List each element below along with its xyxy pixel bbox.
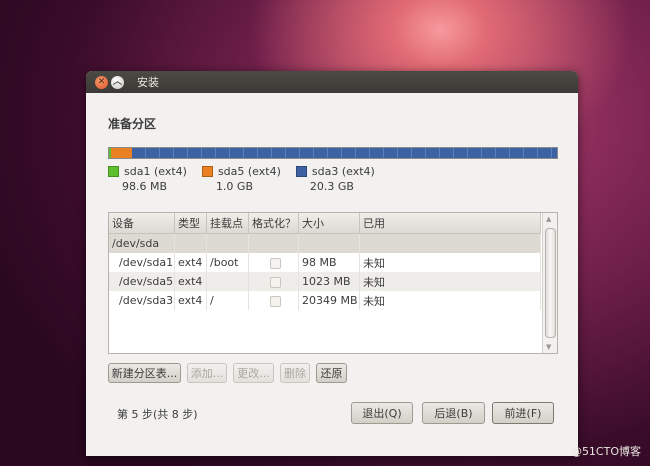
- format-checkbox[interactable]: [270, 276, 281, 288]
- cell-size: 1023 MB: [298, 272, 360, 291]
- partition-segment-sda5: [110, 148, 132, 158]
- column-header-mount[interactable]: 挂载点: [206, 213, 249, 234]
- chevron-up-icon[interactable]: ︿: [111, 75, 124, 89]
- back-button[interactable]: 后退(B): [422, 402, 485, 424]
- add-partition-button[interactable]: 添加...: [187, 363, 227, 383]
- window-title: 安装: [137, 76, 159, 89]
- format-checkbox[interactable]: [270, 257, 281, 269]
- format-checkbox[interactable]: [270, 295, 281, 307]
- table-scrollbar[interactable]: ▲ ▼: [542, 213, 557, 353]
- scroll-up-arrow-icon[interactable]: ▲: [546, 215, 551, 223]
- table-row[interactable]: /dev/sda5 ext4 1023 MB 未知: [109, 272, 541, 291]
- partition-table: 设备 类型 挂载点 格式化？ 大小 已用 /dev/sda /dev/sda1 …: [108, 212, 558, 354]
- table-row[interactable]: /dev/sda3 ext4 / 20349 MB 未知: [109, 291, 541, 310]
- legend-item-sda3: sda3 (ext4) 20.3 GB: [295, 165, 375, 193]
- cell-used: 未知: [359, 253, 541, 272]
- partition-legend: sda1 (ext4) 98.6 MB sda5 (ext4) 1.0 GB s…: [108, 165, 390, 193]
- cell-device: /dev/sda: [109, 233, 175, 253]
- cell-device: /dev/sda5: [109, 272, 175, 291]
- column-header-format[interactable]: 格式化？: [248, 213, 299, 234]
- cell-size: 20349 MB: [298, 291, 360, 310]
- watermark: @51CTO博客: [570, 445, 641, 458]
- installer-window: ✕ ︿ 安装 准备分区 sda1 (ext4) 98.6 MB sda5 (ex…: [86, 71, 578, 456]
- cell-type: ext4: [174, 272, 207, 291]
- cell-mount: /boot: [206, 253, 249, 272]
- page-title: 准备分区: [108, 117, 157, 131]
- table-row-disk[interactable]: /dev/sda: [109, 233, 541, 253]
- cell-type: ext4: [174, 253, 207, 272]
- legend-size: 98.6 MB: [122, 180, 168, 193]
- table-row[interactable]: /dev/sda1 ext4 /boot 98 MB 未知: [109, 253, 541, 272]
- legend-item-sda1: sda1 (ext4) 98.6 MB: [108, 165, 187, 193]
- table-header-row: 设备 类型 挂载点 格式化？ 大小 已用: [109, 213, 541, 234]
- partition-bar: [108, 147, 558, 159]
- legend-label: sda1 (ext4): [124, 165, 187, 178]
- cell-type: ext4: [174, 291, 207, 310]
- legend-label: sda3 (ext4): [311, 165, 375, 178]
- legend-label: sda5 (ext4): [217, 165, 281, 178]
- column-header-device[interactable]: 设备: [109, 213, 175, 234]
- legend-swatch-sda5: [201, 166, 213, 177]
- scroll-down-arrow-icon[interactable]: ▼: [546, 343, 551, 351]
- close-icon[interactable]: ✕: [95, 75, 108, 89]
- legend-swatch-sda3: [295, 166, 307, 177]
- cell-mount: /: [206, 291, 249, 310]
- cell-used: 未知: [359, 291, 541, 310]
- legend-size: 20.3 GB: [309, 180, 354, 193]
- delete-partition-button[interactable]: 删除: [280, 363, 310, 383]
- cell-device: /dev/sda1: [109, 253, 175, 272]
- column-header-used[interactable]: 已用: [359, 213, 541, 234]
- quit-button[interactable]: 退出(Q): [351, 402, 413, 424]
- titlebar: ✕ ︿ 安装: [86, 71, 578, 93]
- step-indicator: 第 5 步(共 8 步): [117, 408, 198, 421]
- scrollbar-thumb[interactable]: [545, 228, 556, 338]
- legend-item-sda5: sda5 (ext4) 1.0 GB: [201, 165, 281, 193]
- cell-used: 未知: [359, 272, 541, 291]
- partition-segment-sda3: [131, 148, 557, 158]
- legend-swatch-sda1: [108, 166, 119, 177]
- column-header-type[interactable]: 类型: [174, 213, 207, 234]
- cell-mount: [206, 272, 249, 291]
- column-header-size[interactable]: 大小: [298, 213, 360, 234]
- forward-button[interactable]: 前进(F): [492, 402, 554, 424]
- change-partition-button[interactable]: 更改...: [233, 363, 274, 383]
- cell-size: 98 MB: [298, 253, 360, 272]
- revert-button[interactable]: 还原: [316, 363, 347, 383]
- legend-size: 1.0 GB: [215, 180, 253, 193]
- new-partition-table-button[interactable]: 新建分区表...: [108, 363, 181, 383]
- cell-device: /dev/sda3: [109, 291, 175, 310]
